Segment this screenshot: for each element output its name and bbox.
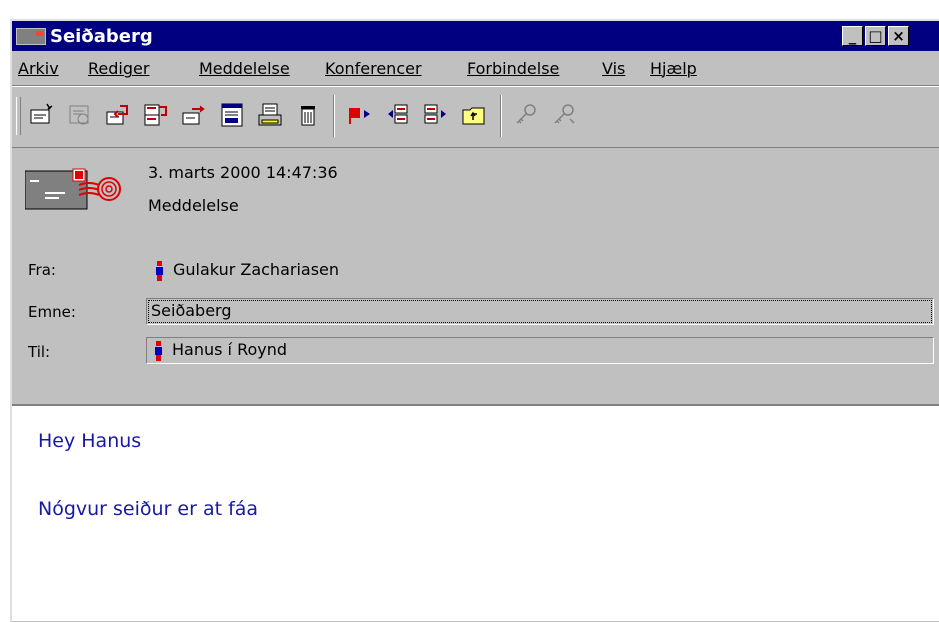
previous-icon[interactable] — [384, 101, 412, 129]
from-value[interactable]: Gulakur Zachariasen — [156, 260, 339, 281]
message-window: Seiðaberg _ □ × Arkiv Rediger Meddelelse… — [10, 19, 939, 622]
maximize-button[interactable]: □ — [865, 26, 886, 46]
menu-bar: Arkiv Rediger Meddelelse Konferencer For… — [12, 51, 939, 86]
menu-meddelelse[interactable]: Meddelelse — [199, 59, 290, 78]
menu-forbindelse[interactable]: Forbindelse — [467, 59, 559, 78]
mail-app-icon — [16, 28, 46, 45]
folder-up-icon[interactable] — [460, 101, 488, 129]
menu-konferencer[interactable]: Konferencer — [325, 59, 422, 78]
toolbar-separator — [500, 95, 502, 137]
reply-all-icon[interactable] — [66, 101, 94, 129]
to-name: Hanus í Roynd — [172, 340, 288, 359]
window-title: Seiðaberg — [50, 26, 153, 47]
from-name: Gulakur Zachariasen — [173, 260, 340, 279]
menu-rediger[interactable]: Rediger — [88, 59, 149, 78]
subject-field[interactable]: Seiðaberg — [146, 298, 934, 325]
flag-icon[interactable] — [346, 101, 374, 129]
close-button[interactable]: × — [888, 26, 909, 46]
message-body[interactable]: Hey Hanus Nógvur seiður er at fáa — [12, 404, 939, 622]
toolbar-grip[interactable] — [16, 97, 21, 135]
from-label: Fra: — [28, 261, 56, 279]
new-message-icon[interactable] — [28, 101, 56, 129]
postmark-icon — [24, 167, 125, 211]
subject-label: Emne: — [28, 303, 76, 321]
message-datetime: 3. marts 2000 14:47:36 — [148, 163, 338, 182]
print-preview-icon[interactable] — [218, 101, 246, 129]
toolbar — [12, 86, 939, 148]
message-type: Meddelelse — [148, 196, 239, 215]
key-disabled-icon[interactable] — [550, 101, 578, 129]
body-line: Nógvur seiður er at fáa — [38, 498, 259, 520]
menu-arkiv[interactable]: Arkiv — [18, 59, 59, 78]
menu-vis[interactable]: Vis — [602, 59, 625, 78]
title-bar[interactable]: Seiðaberg _ □ × — [12, 21, 939, 51]
to-label: Til: — [28, 343, 51, 361]
minimize-button[interactable]: _ — [842, 26, 863, 46]
reply-icon[interactable] — [104, 101, 132, 129]
delete-icon[interactable] — [294, 101, 322, 129]
redirect-icon[interactable] — [180, 101, 208, 129]
key-icon[interactable] — [512, 101, 540, 129]
print-icon[interactable] — [256, 101, 284, 129]
person-icon — [156, 260, 163, 281]
message-header: 3. marts 2000 14:47:36 Meddelelse Fra: G… — [12, 149, 939, 404]
body-line: Hey Hanus — [38, 430, 142, 452]
forward-icon[interactable] — [142, 101, 170, 129]
person-icon — [155, 340, 162, 361]
next-icon[interactable] — [422, 101, 450, 129]
toolbar-separator — [333, 95, 335, 137]
menu-hjaelp[interactable]: Hjælp — [650, 59, 697, 78]
to-field[interactable]: Hanus í Roynd — [146, 337, 934, 364]
